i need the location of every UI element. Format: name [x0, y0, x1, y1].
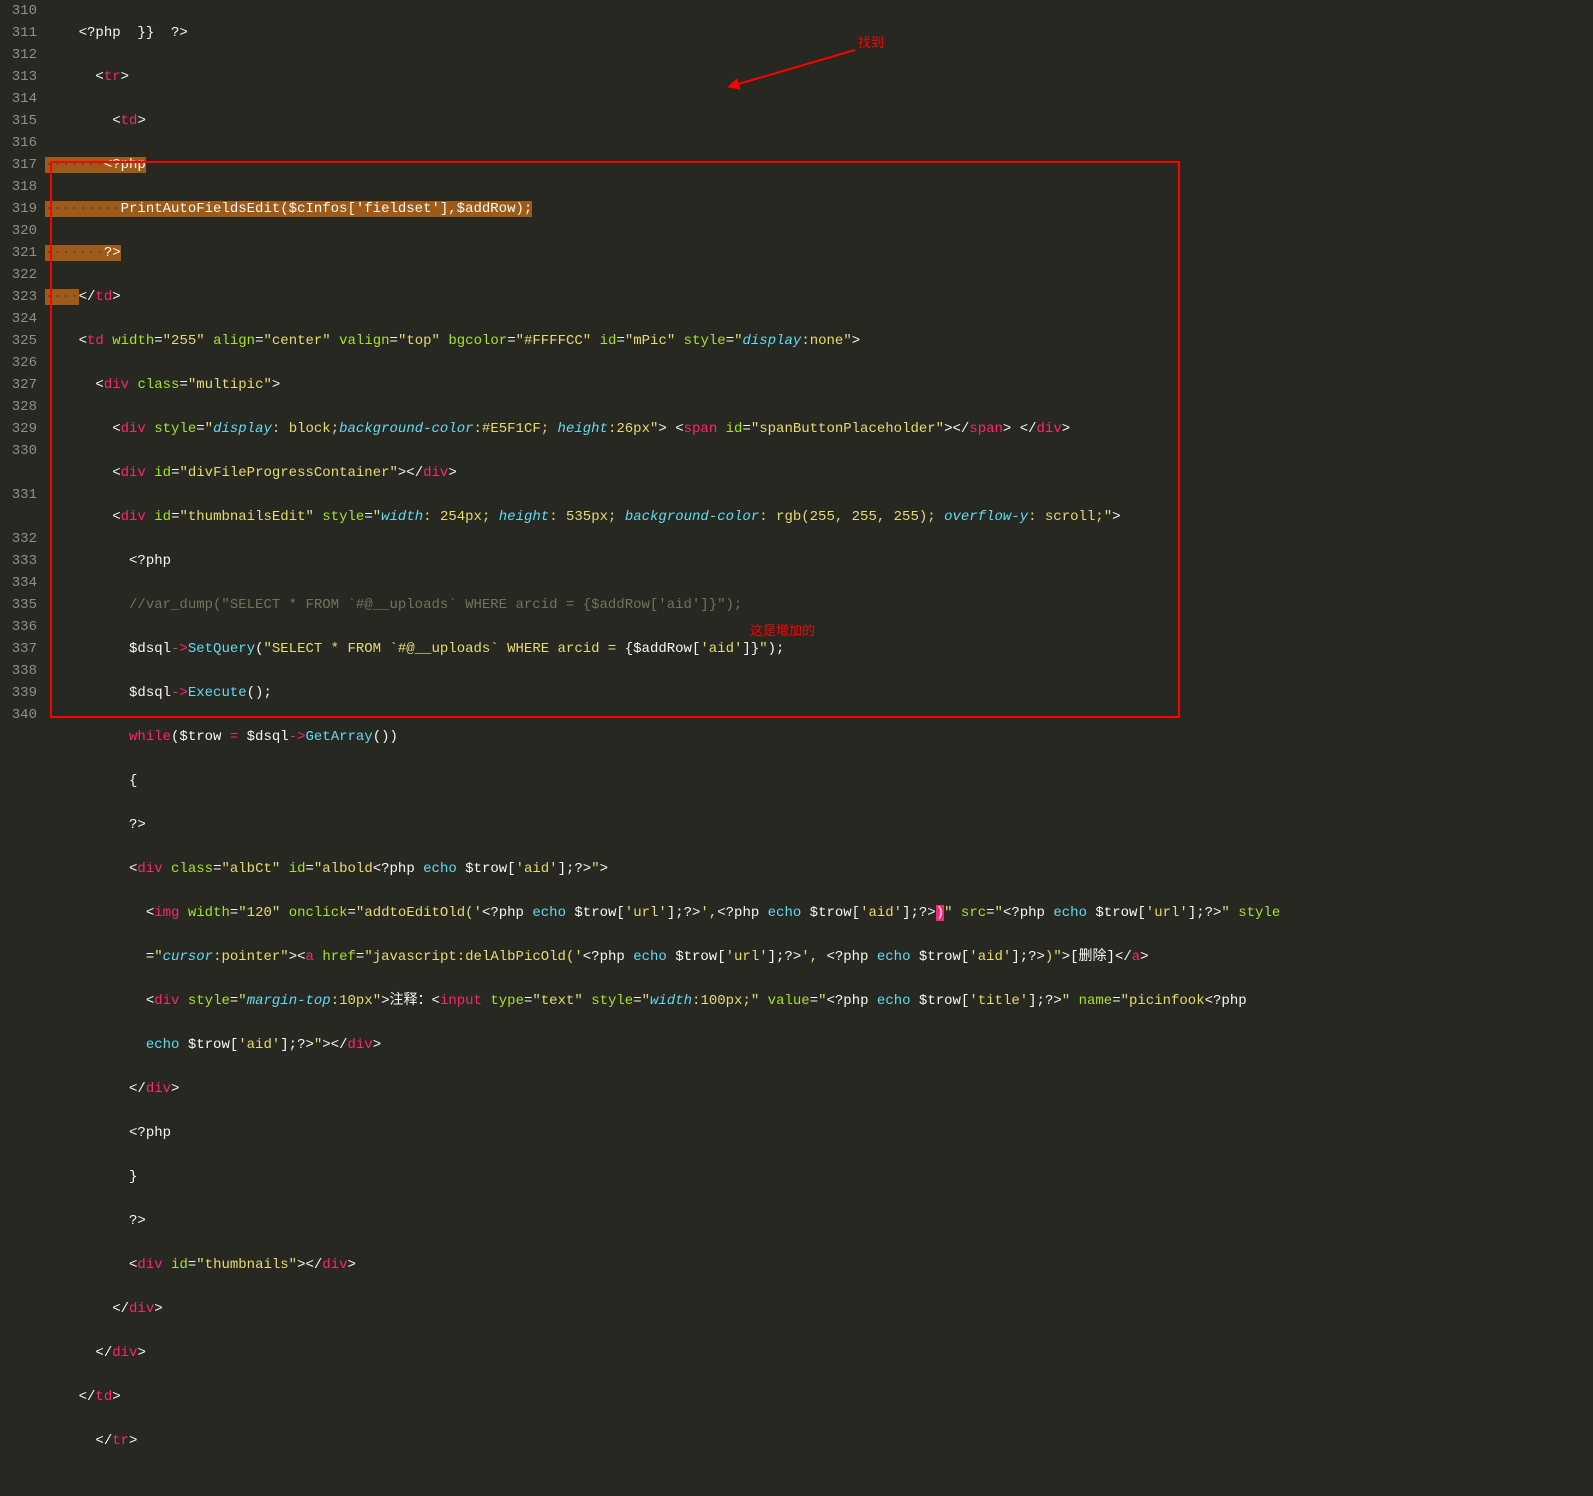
code-line[interactable]: </div>: [45, 1342, 1593, 1364]
code-editor[interactable]: 310 311 312 313 314 315 316 317 318 319 …: [0, 0, 1593, 1496]
line-number: 323: [8, 286, 37, 308]
code-line[interactable]: ····</td>: [45, 286, 1593, 308]
line-number: 333: [8, 550, 37, 572]
code-line[interactable]: {: [45, 770, 1593, 792]
line-number: 320: [8, 220, 37, 242]
line-number: 332: [8, 528, 37, 550]
code-line[interactable]: <div style="margin-top:10px">注释：<input t…: [45, 990, 1593, 1012]
code-line[interactable]: <?php: [45, 1122, 1593, 1144]
code-line[interactable]: <div id="thumbnails"></div>: [45, 1254, 1593, 1276]
line-number: 326: [8, 352, 37, 374]
line-number: 315: [8, 110, 37, 132]
code-line[interactable]: ?>: [45, 1210, 1593, 1232]
code-line[interactable]: $dsql->Execute();: [45, 682, 1593, 704]
line-number: 321: [8, 242, 37, 264]
code-line[interactable]: <?php: [45, 550, 1593, 572]
line-number: 330: [8, 440, 37, 462]
code-line[interactable]: <?php }} ?>: [45, 22, 1593, 44]
line-number: 319: [8, 198, 37, 220]
code-content[interactable]: <?php }} ?> <tr> <td> ·······<?php ·····…: [45, 0, 1593, 1496]
line-number: 311: [8, 22, 37, 44]
code-line[interactable]: <div id="thumbnailsEdit" style="width: 2…: [45, 506, 1593, 528]
line-number: 337: [8, 638, 37, 660]
code-line[interactable]: </td>: [45, 1386, 1593, 1408]
code-line[interactable]: ·······?>: [45, 242, 1593, 264]
code-line[interactable]: echo $trow['aid'];?>"></div>: [45, 1034, 1593, 1056]
line-number: 317: [8, 154, 37, 176]
code-line[interactable]: $dsql->SetQuery("SELECT * FROM `#@__uplo…: [45, 638, 1593, 660]
line-number: 329: [8, 418, 37, 440]
code-line[interactable]: <td>: [45, 110, 1593, 132]
code-line[interactable]: <tr>: [45, 66, 1593, 88]
code-line[interactable]: </tr>: [45, 1430, 1593, 1452]
code-line[interactable]: <img width="120" onclick="addtoEditOld('…: [45, 902, 1593, 924]
line-number: 316: [8, 132, 37, 154]
code-line[interactable]: <td width="255" align="center" valign="t…: [45, 330, 1593, 352]
line-number: 310: [8, 0, 37, 22]
line-number: 327: [8, 374, 37, 396]
line-number-gutter: 310 311 312 313 314 315 316 317 318 319 …: [0, 0, 45, 1496]
line-number: 324: [8, 308, 37, 330]
line-number: 339: [8, 682, 37, 704]
code-line[interactable]: ·······<?php: [45, 154, 1593, 176]
line-number: 336: [8, 616, 37, 638]
code-line[interactable]: ·········PrintAutoFieldsEdit($cInfos['fi…: [45, 198, 1593, 220]
code-line[interactable]: </div>: [45, 1078, 1593, 1100]
line-number: [8, 462, 37, 484]
code-line[interactable]: ="cursor:pointer"><a href="javascript:de…: [45, 946, 1593, 968]
code-line[interactable]: <div class="albCt" id="albold<?php echo …: [45, 858, 1593, 880]
code-line[interactable]: }: [45, 1166, 1593, 1188]
line-number: 318: [8, 176, 37, 198]
line-number: 313: [8, 66, 37, 88]
code-line[interactable]: </div>: [45, 1298, 1593, 1320]
line-number: 340: [8, 704, 37, 726]
line-number: 331: [8, 484, 37, 506]
code-line[interactable]: while($trow = $dsql->GetArray()): [45, 726, 1593, 748]
code-line[interactable]: //var_dump("SELECT * FROM `#@__uploads` …: [45, 594, 1593, 616]
code-line[interactable]: <div class="multipic">: [45, 374, 1593, 396]
code-line[interactable]: ?>: [45, 814, 1593, 836]
line-number: 335: [8, 594, 37, 616]
line-number: 334: [8, 572, 37, 594]
line-number: 325: [8, 330, 37, 352]
line-number: 338: [8, 660, 37, 682]
line-number: 322: [8, 264, 37, 286]
line-number: 312: [8, 44, 37, 66]
line-number: 314: [8, 88, 37, 110]
code-line[interactable]: <div style="display: block;background-co…: [45, 418, 1593, 440]
code-line[interactable]: <div id="divFileProgressContainer"></div…: [45, 462, 1593, 484]
line-number: [8, 506, 37, 528]
line-number: 328: [8, 396, 37, 418]
